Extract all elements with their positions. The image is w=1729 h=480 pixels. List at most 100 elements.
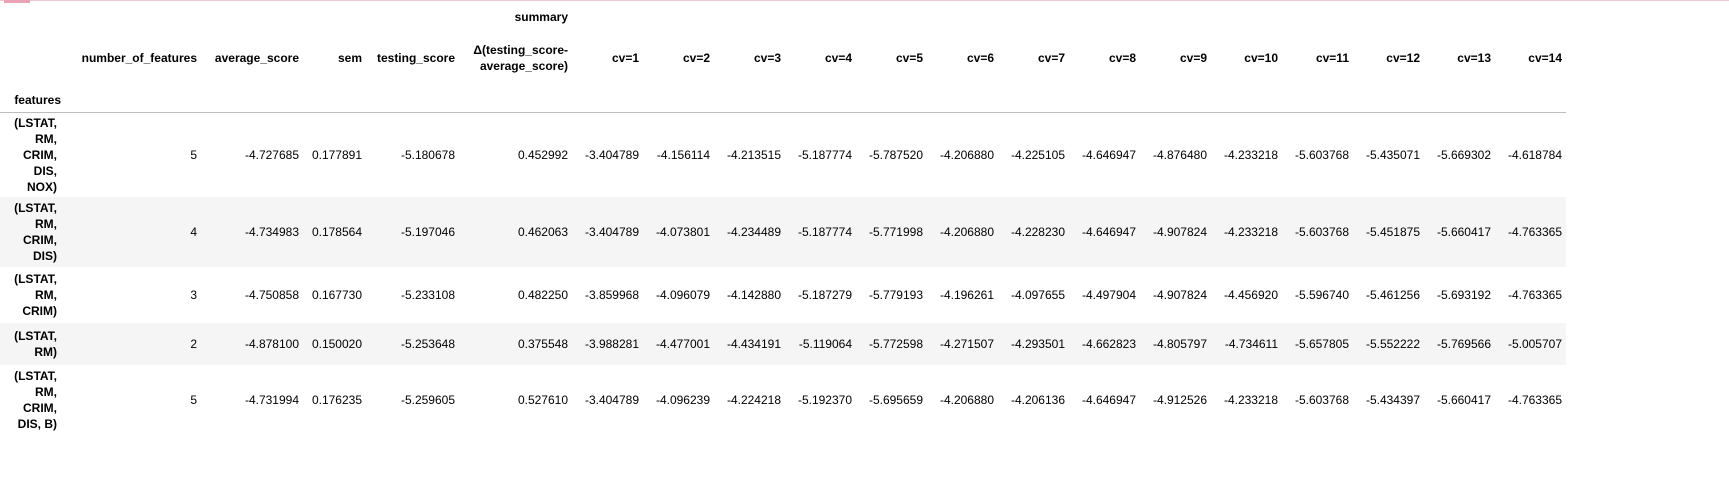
table-cell-cv-14[interactable]: -4.618784 xyxy=(1495,113,1566,197)
table-cell-cv-9[interactable]: -4.876480 xyxy=(1140,113,1211,197)
table-cell-cv-3[interactable]: -4.234489 xyxy=(714,197,785,267)
table-cell-cv-10[interactable]: -4.233218 xyxy=(1211,197,1282,267)
table-cell-average-score[interactable]: -4.734983 xyxy=(201,197,303,267)
table-cell-testing-score[interactable]: -5.259605 xyxy=(366,365,459,435)
table-cell-cv-3[interactable]: -4.224218 xyxy=(714,365,785,435)
table-cell-cv-11[interactable]: -5.603768 xyxy=(1282,113,1353,197)
table-cell-sem[interactable]: 0.167730 xyxy=(303,267,366,323)
table-cell-cv-4[interactable]: -5.192370 xyxy=(785,365,856,435)
table-cell-cv-6[interactable]: -4.196261 xyxy=(927,267,998,323)
table-cell-testing-score-average-score[interactable]: 0.462063 xyxy=(459,197,572,267)
table-cell-cv-7[interactable]: -4.293501 xyxy=(998,323,1069,365)
table-cell-cv-11[interactable]: -5.657805 xyxy=(1282,323,1353,365)
table-cell-cv-8[interactable]: -4.646947 xyxy=(1069,113,1140,197)
table-cell-sem[interactable]: 0.176235 xyxy=(303,365,366,435)
table-row[interactable]: (LSTAT, RM, CRIM, DIS, NOX) 5 -4.727685 0.1… xyxy=(0,113,1566,197)
table-row[interactable]: (LSTAT, RM, CRIM, DIS, B) 5 -4.731994 0.176… xyxy=(0,365,1566,435)
table-cell-cv-8[interactable]: -4.662823 xyxy=(1069,323,1140,365)
table-cell-number-of-features[interactable]: 5 xyxy=(65,365,201,435)
table-cell-cv-7[interactable]: -4.097655 xyxy=(998,267,1069,323)
table-cell-cv-14[interactable]: -4.763365 xyxy=(1495,365,1566,435)
table-cell-cv-3[interactable]: -4.213515 xyxy=(714,113,785,197)
table-cell-testing-score-average-score[interactable]: 0.482250 xyxy=(459,267,572,323)
table-cell-cv-4[interactable]: -5.187279 xyxy=(785,267,856,323)
table-row[interactable]: (LSTAT, RM, CRIM) 3 -4.750858 0.167730 -5.23… xyxy=(0,267,1566,323)
table-cell-cv-2[interactable]: -4.156114 xyxy=(643,113,714,197)
table-cell-cv-1[interactable]: -3.988281 xyxy=(572,323,643,365)
table-cell-number-of-features[interactable]: 3 xyxy=(65,267,201,323)
table-cell-testing-score-average-score[interactable]: 0.452992 xyxy=(459,113,572,197)
table-cell-cv-9[interactable]: -4.912526 xyxy=(1140,365,1211,435)
table-cell-cv-4[interactable]: -5.119064 xyxy=(785,323,856,365)
table-cell-cv-10[interactable]: -4.456920 xyxy=(1211,267,1282,323)
table-cell-testing-score[interactable]: -5.253648 xyxy=(366,323,459,365)
table-cell-average-score[interactable]: -4.878100 xyxy=(201,323,303,365)
table-cell-number-of-features[interactable]: 5 xyxy=(65,113,201,197)
table-cell-cv-4[interactable]: -5.187774 xyxy=(785,197,856,267)
table-cell-cv-6[interactable]: -4.206880 xyxy=(927,197,998,267)
table-cell-cv-1[interactable]: -3.404789 xyxy=(572,113,643,197)
table-cell-cv-8[interactable]: -4.646947 xyxy=(1069,365,1140,435)
table-cell-cv-5[interactable]: -5.787520 xyxy=(856,113,927,197)
table-cell-cv-2[interactable]: -4.096079 xyxy=(643,267,714,323)
table-row[interactable]: (LSTAT, RM) 2 -4.878100 0.150020 -5.253648 0.… xyxy=(0,322,1566,365)
table-cell-cv-9[interactable]: -4.907824 xyxy=(1140,197,1211,267)
table-cell-cv-13[interactable]: -5.660417 xyxy=(1424,197,1495,267)
table-cell-cv-11[interactable]: -5.603768 xyxy=(1282,365,1353,435)
table-cell-cv-5[interactable]: -5.772598 xyxy=(856,323,927,365)
table-cell-cv-1[interactable]: -3.404789 xyxy=(572,365,643,435)
table-cell-testing-score-average-score[interactable]: 0.527610 xyxy=(459,365,572,435)
table-cell-cv-6[interactable]: -4.206880 xyxy=(927,365,998,435)
table-cell-cv-12[interactable]: -5.451875 xyxy=(1353,197,1424,267)
table-cell-testing-score[interactable]: -5.233108 xyxy=(366,267,459,323)
table-cell-number-of-features[interactable]: 2 xyxy=(65,323,201,365)
table-cell-average-score[interactable]: -4.727685 xyxy=(201,113,303,197)
table-cell-cv-11[interactable]: -5.603768 xyxy=(1282,197,1353,267)
table-cell-cv-9[interactable]: -4.805797 xyxy=(1140,323,1211,365)
table-cell-cv-2[interactable]: -4.073801 xyxy=(643,197,714,267)
table-cell-cv-10[interactable]: -4.233218 xyxy=(1211,113,1282,197)
table-cell-cv-1[interactable]: -3.859968 xyxy=(572,267,643,323)
table-cell-cv-2[interactable]: -4.096239 xyxy=(643,365,714,435)
table-cell-cv-7[interactable]: -4.228230 xyxy=(998,197,1069,267)
table-cell-cv-5[interactable]: -5.695659 xyxy=(856,365,927,435)
table-cell-cv-4[interactable]: -5.187774 xyxy=(785,113,856,197)
table-cell-average-score[interactable]: -4.731994 xyxy=(201,365,303,435)
table-cell-cv-14[interactable]: -4.763365 xyxy=(1495,197,1566,267)
table-cell-number-of-features[interactable]: 4 xyxy=(65,197,201,267)
table-cell-testing-score[interactable]: -5.180678 xyxy=(366,113,459,197)
table-cell-cv-14[interactable]: -4.763365 xyxy=(1495,267,1566,323)
table-cell-cv-5[interactable]: -5.779193 xyxy=(856,267,927,323)
table-cell-cv-10[interactable]: -4.734611 xyxy=(1211,323,1282,365)
table-cell-cv-6[interactable]: -4.271507 xyxy=(927,323,998,365)
table-cell-cv-14[interactable]: -5.005707 xyxy=(1495,323,1566,365)
table-cell-average-score[interactable]: -4.750858 xyxy=(201,267,303,323)
table-cell-cv-13[interactable]: -5.769566 xyxy=(1424,323,1495,365)
table-cell-sem[interactable]: 0.177891 xyxy=(303,113,366,197)
table-cell-cv-8[interactable]: -4.497904 xyxy=(1069,267,1140,323)
table-cell-testing-score[interactable]: -5.197046 xyxy=(366,197,459,267)
table-cell-cv-6[interactable]: -4.206880 xyxy=(927,113,998,197)
table-cell-cv-5[interactable]: -5.771998 xyxy=(856,197,927,267)
table-cell-cv-12[interactable]: -5.461256 xyxy=(1353,267,1424,323)
table-cell-cv-13[interactable]: -5.660417 xyxy=(1424,365,1495,435)
table-cell-cv-12[interactable]: -5.552222 xyxy=(1353,323,1424,365)
table-cell-cv-2[interactable]: -4.477001 xyxy=(643,323,714,365)
table-cell-cv-12[interactable]: -5.435071 xyxy=(1353,113,1424,197)
table-cell-cv-10[interactable]: -4.233218 xyxy=(1211,365,1282,435)
table-cell-cv-8[interactable]: -4.646947 xyxy=(1069,197,1140,267)
table-cell-cv-3[interactable]: -4.142880 xyxy=(714,267,785,323)
table-cell-sem[interactable]: 0.178564 xyxy=(303,197,366,267)
table-cell-cv-13[interactable]: -5.693192 xyxy=(1424,267,1495,323)
table-cell-cv-13[interactable]: -5.669302 xyxy=(1424,113,1495,197)
table-cell-cv-11[interactable]: -5.596740 xyxy=(1282,267,1353,323)
table-cell-cv-7[interactable]: -4.206136 xyxy=(998,365,1069,435)
table-cell-sem[interactable]: 0.150020 xyxy=(303,323,366,365)
table-cell-cv-12[interactable]: -5.434397 xyxy=(1353,365,1424,435)
table-cell-cv-9[interactable]: -4.907824 xyxy=(1140,267,1211,323)
table-row[interactable]: (LSTAT, RM, CRIM, DIS) 4 -4.734983 0.178564… xyxy=(0,196,1566,267)
table-cell-cv-1[interactable]: -3.404789 xyxy=(572,197,643,267)
table-cell-cv-7[interactable]: -4.225105 xyxy=(998,113,1069,197)
table-cell-testing-score-average-score[interactable]: 0.375548 xyxy=(459,323,572,365)
table-cell-cv-3[interactable]: -4.434191 xyxy=(714,323,785,365)
